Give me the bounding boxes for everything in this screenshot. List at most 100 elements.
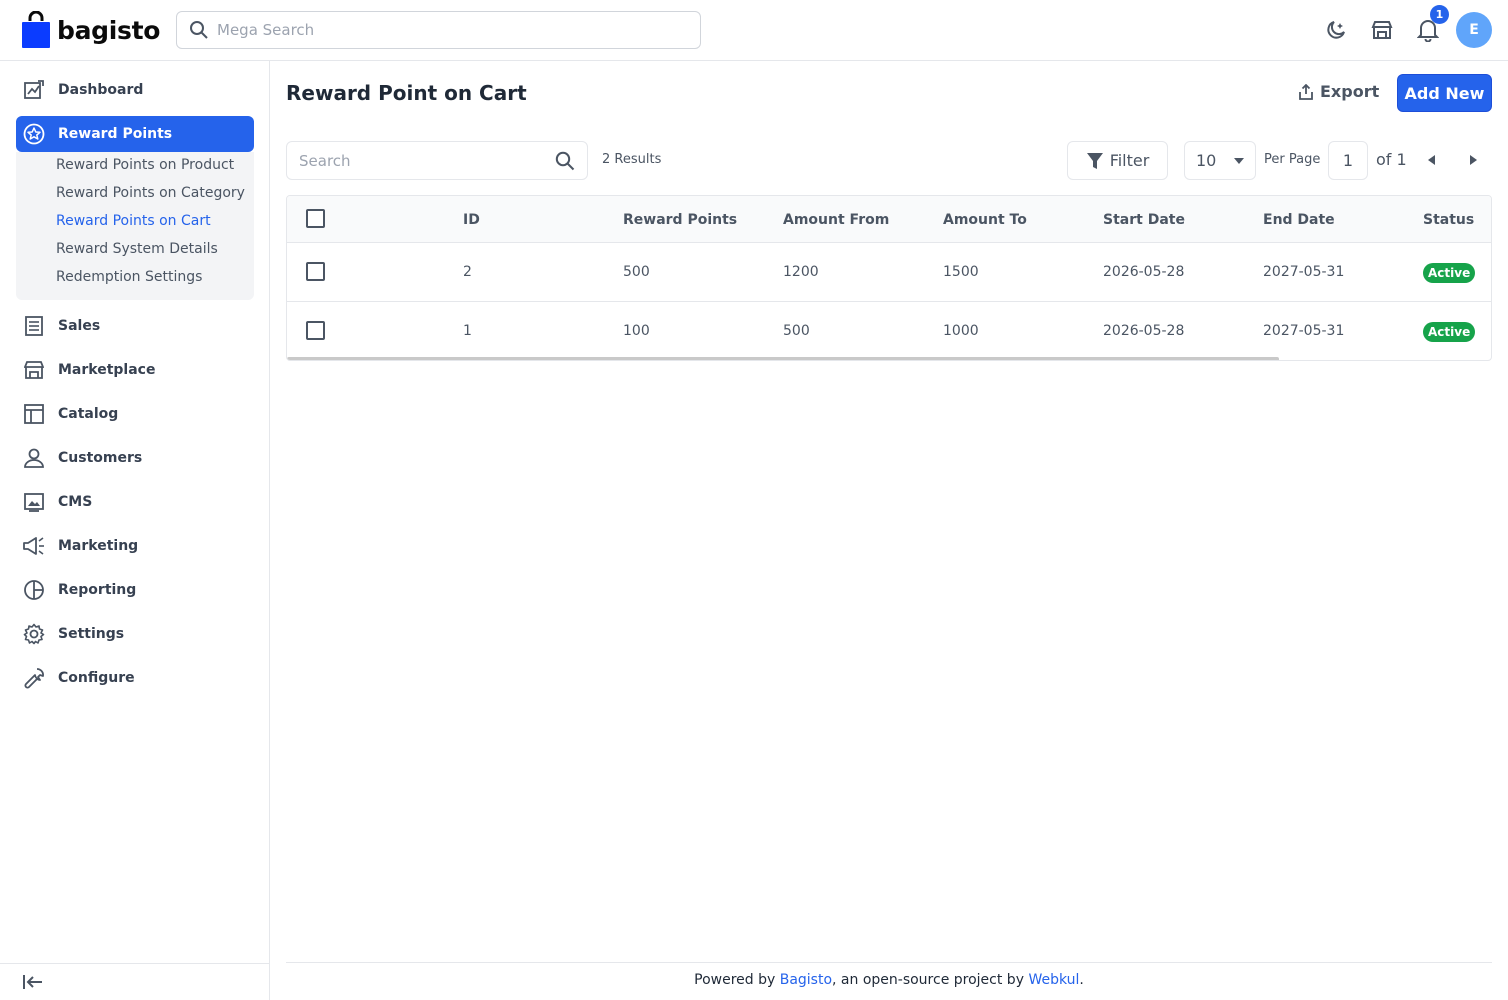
prev-page-button[interactable] (1425, 154, 1437, 166)
sidebar-item-customers[interactable]: Customers (16, 440, 254, 476)
row-checkbox[interactable] (306, 321, 325, 340)
row-checkbox[interactable] (306, 262, 325, 281)
mega-search-input[interactable] (217, 21, 657, 39)
cell-id: 2 (463, 264, 472, 280)
search-icon[interactable] (555, 151, 575, 175)
filter-label: Filter (1109, 151, 1150, 170)
sidebar-item-reward-points[interactable]: Reward Points (16, 116, 254, 152)
table-header: ID Reward Points Amount From Amount To S… (287, 196, 1491, 243)
sidebar-item-label: Customers (58, 450, 143, 466)
sidebar-item-dashboard[interactable]: Dashboard (16, 72, 254, 108)
footer-suffix: . (1079, 972, 1084, 988)
notification-badge: 1 (1430, 5, 1449, 24)
user-icon (23, 447, 45, 469)
datagrid-table: ID Reward Points Amount From Amount To S… (286, 195, 1492, 361)
cell-amount-to: 1500 (943, 264, 979, 280)
sidebar-item-marketplace[interactable]: Marketplace (16, 352, 254, 388)
filter-button[interactable]: Filter (1067, 141, 1168, 180)
status-badge: Active (1423, 263, 1476, 283)
cell-reward-points: 500 (623, 264, 650, 280)
sidebar-item-label: Settings (58, 626, 125, 642)
gear-icon (23, 623, 45, 645)
sidebar-item-label: Reward Points (58, 126, 173, 142)
dark-mode-toggle[interactable] (1323, 17, 1349, 43)
cell-end-date: 2027-05-31 (1263, 264, 1345, 280)
table-row[interactable]: 1 100 500 1000 2026-05-28 2027-05-31 Act… (287, 302, 1491, 360)
sidebar: Dashboard Reward Points Reward Points on… (0, 61, 270, 1000)
cms-icon (23, 491, 45, 513)
sidebar-item-label: Sales (58, 318, 101, 334)
wrench-icon (23, 667, 45, 689)
datagrid-search-input[interactable] (299, 151, 549, 170)
export-label: Export (1320, 82, 1380, 101)
horizontal-scrollbar[interactable] (287, 357, 1279, 360)
sidebar-item-reporting[interactable]: Reporting (16, 572, 254, 608)
per-page-select[interactable]: 10 (1184, 141, 1256, 180)
table-row[interactable]: 2 500 1200 1500 2026-05-28 2027-05-31 Ac… (287, 243, 1491, 302)
reward-points-submenu: Reward Points on Product Reward Points o… (16, 152, 254, 300)
column-header-amount-from[interactable]: Amount From (783, 212, 889, 228)
sidebar-item-sales[interactable]: Sales (16, 308, 254, 344)
cell-id: 1 (463, 323, 472, 339)
export-button[interactable]: Export (1298, 82, 1379, 101)
submenu-item-system-details[interactable]: Reward System Details (56, 239, 218, 259)
storefront-button[interactable] (1369, 17, 1395, 43)
per-page-value: 10 (1196, 151, 1217, 170)
catalog-icon (23, 403, 45, 425)
cell-start-date: 2026-05-28 (1103, 264, 1185, 280)
sidebar-item-marketing[interactable]: Marketing (16, 528, 254, 564)
column-header-amount-to[interactable]: Amount To (943, 212, 1027, 228)
collapse-left-icon (22, 973, 44, 995)
sidebar-item-label: Dashboard (58, 82, 144, 98)
column-header-status[interactable]: Status (1423, 212, 1474, 228)
submenu-item-product[interactable]: Reward Points on Product (56, 155, 234, 175)
sidebar-item-label: Marketing (58, 538, 139, 554)
datagrid-search-box[interactable] (286, 141, 588, 180)
mega-search-box[interactable] (176, 11, 701, 49)
footer: Powered by Bagisto, an open-source proje… (286, 972, 1492, 988)
page-title: Reward Point on Cart (286, 81, 527, 105)
star-icon (23, 123, 45, 145)
caret-left-icon (1427, 155, 1435, 165)
caret-right-icon (1469, 155, 1477, 165)
page-number-input[interactable]: 1 (1328, 141, 1368, 180)
column-header-end-date[interactable]: End Date (1263, 212, 1335, 228)
sidebar-item-label: Configure (58, 670, 135, 686)
sidebar-item-settings[interactable]: Settings (16, 616, 254, 652)
column-header-id[interactable]: ID (463, 212, 480, 228)
avatar[interactable]: E (1456, 12, 1492, 48)
top-bar: bagisto 1 E (0, 0, 1508, 61)
submenu-item-redemption[interactable]: Redemption Settings (56, 267, 202, 287)
column-header-reward-points[interactable]: Reward Points (623, 212, 737, 228)
export-icon (1299, 83, 1313, 100)
cell-reward-points: 100 (623, 323, 650, 339)
per-page-label: Per Page (1264, 152, 1321, 167)
status-badge: Active (1423, 322, 1476, 342)
footer-middle: , an open-source project by (832, 972, 1029, 988)
next-page-button[interactable] (1467, 154, 1479, 166)
store-icon (1371, 21, 1393, 39)
add-new-button[interactable]: Add New (1397, 74, 1492, 112)
sidebar-item-configure[interactable]: Configure (16, 660, 254, 696)
cell-end-date: 2027-05-31 (1263, 323, 1345, 339)
cell-amount-from: 1200 (783, 264, 819, 280)
sidebar-item-catalog[interactable]: Catalog (16, 396, 254, 432)
dashboard-icon (23, 79, 45, 101)
sidebar-item-cms[interactable]: CMS (16, 484, 254, 520)
submenu-item-cart[interactable]: Reward Points on Cart (56, 211, 211, 231)
sidebar-collapse-button[interactable] (0, 963, 269, 1000)
cell-amount-to: 1000 (943, 323, 979, 339)
webkul-link[interactable]: Webkul (1028, 972, 1079, 988)
filter-icon (1086, 152, 1103, 169)
select-all-checkbox[interactable] (306, 209, 325, 228)
footer-divider (286, 962, 1492, 963)
footer-prefix: Powered by (694, 972, 780, 988)
bagisto-link[interactable]: Bagisto (780, 972, 832, 988)
column-header-start-date[interactable]: Start Date (1103, 212, 1185, 228)
store-icon (23, 359, 45, 381)
chart-icon (23, 579, 45, 601)
logo[interactable]: bagisto (21, 11, 160, 49)
cell-start-date: 2026-05-28 (1103, 323, 1185, 339)
submenu-item-category[interactable]: Reward Points on Category (56, 183, 245, 203)
sales-icon (23, 315, 45, 337)
